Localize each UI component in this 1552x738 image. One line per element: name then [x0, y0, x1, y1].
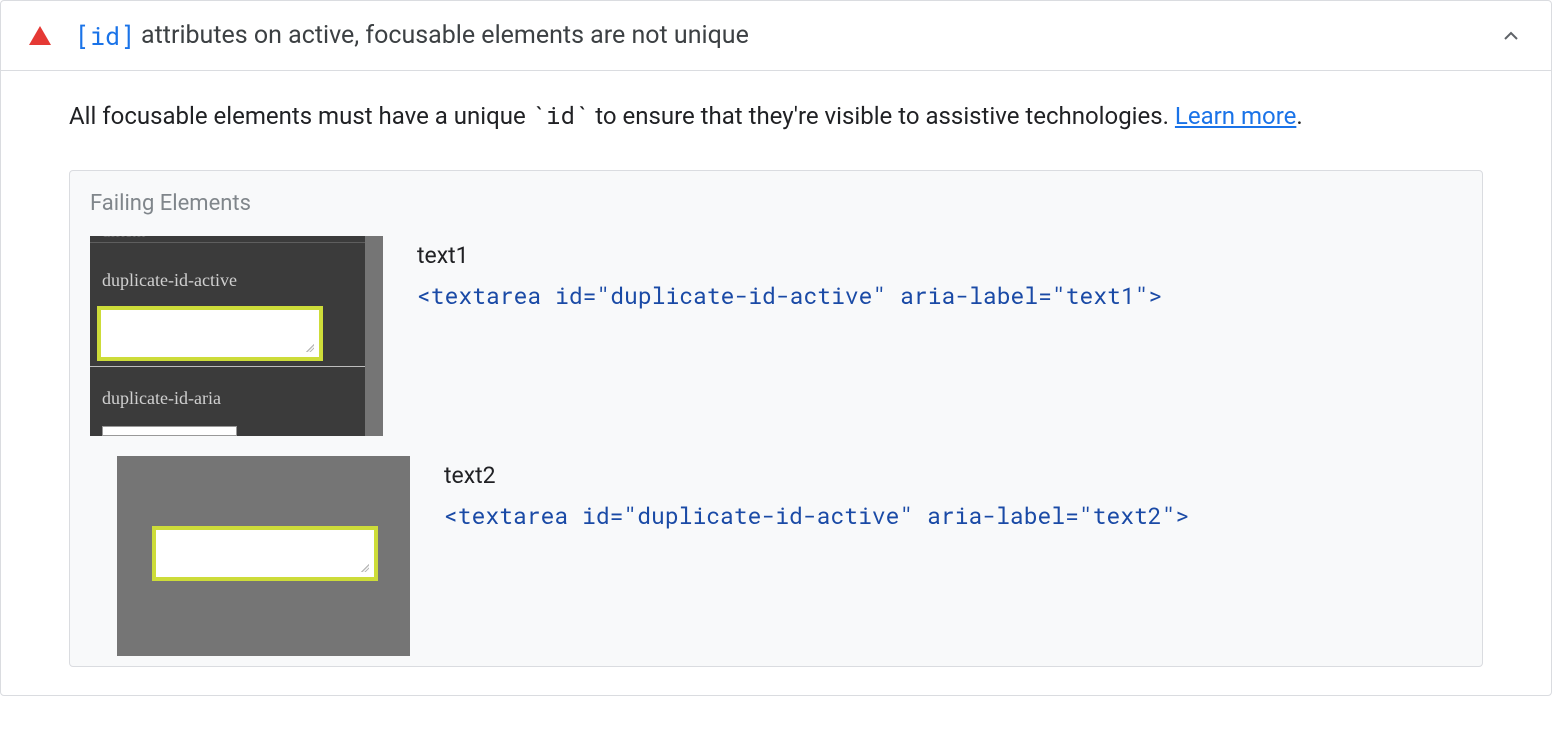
audit-desc-prefix: All focusable elements must have a uniqu… — [69, 102, 532, 130]
audit-panel: [id] attributes on active, focusable ele… — [0, 0, 1552, 696]
audit-code-badge: [id] — [75, 19, 135, 52]
audit-desc-period: . — [1296, 102, 1302, 130]
failing-element-name: text2 — [444, 462, 1462, 489]
audit-desc-suffix: to ensure that they're visible to assist… — [589, 102, 1175, 130]
failing-element-snippet: <textarea id="duplicate-id-active" aria-… — [417, 281, 1462, 311]
audit-header-row[interactable]: [id] attributes on active, focusable ele… — [1, 1, 1551, 71]
failing-element-row[interactable]: text2 <textarea id="duplicate-id-active"… — [70, 446, 1482, 666]
element-thumbnail — [117, 456, 410, 656]
thumb-highlight-box — [152, 526, 378, 581]
failing-element-snippet: <textarea id="duplicate-id-active" aria-… — [444, 501, 1462, 531]
audit-title-text: attributes on active, focusable elements… — [141, 21, 749, 50]
audit-title: [id] attributes on active, focusable ele… — [75, 19, 1499, 52]
audit-body: All focusable elements must have a uniqu… — [1, 71, 1551, 695]
element-thumbnail: dlitem duplicate-id-active duplicate-id-… — [90, 236, 383, 436]
failing-element-details: text2 <textarea id="duplicate-id-active"… — [444, 456, 1462, 531]
error-triangle-icon — [29, 26, 51, 45]
failing-element-details: text1 <textarea id="duplicate-id-active"… — [417, 236, 1462, 311]
failing-elements-title: Failing Elements — [90, 191, 251, 216]
thumb-label-2: duplicate-id-aria — [102, 388, 221, 409]
audit-desc-code: `id` — [532, 99, 590, 131]
audit-description: All focusable elements must have a uniqu… — [69, 99, 1483, 134]
failing-elements-panel: Failing Elements dlitem duplicate-id-act… — [69, 170, 1483, 667]
thumb-highlight-box — [97, 306, 323, 361]
failing-element-row[interactable]: dlitem duplicate-id-active duplicate-id-… — [70, 226, 1482, 446]
learn-more-link[interactable]: Learn more — [1175, 102, 1296, 130]
chevron-up-icon[interactable] — [1499, 24, 1523, 48]
failing-elements-header: Failing Elements — [70, 171, 1482, 226]
thumb-label-1: duplicate-id-active — [102, 270, 237, 291]
failing-element-name: text1 — [417, 242, 1462, 269]
